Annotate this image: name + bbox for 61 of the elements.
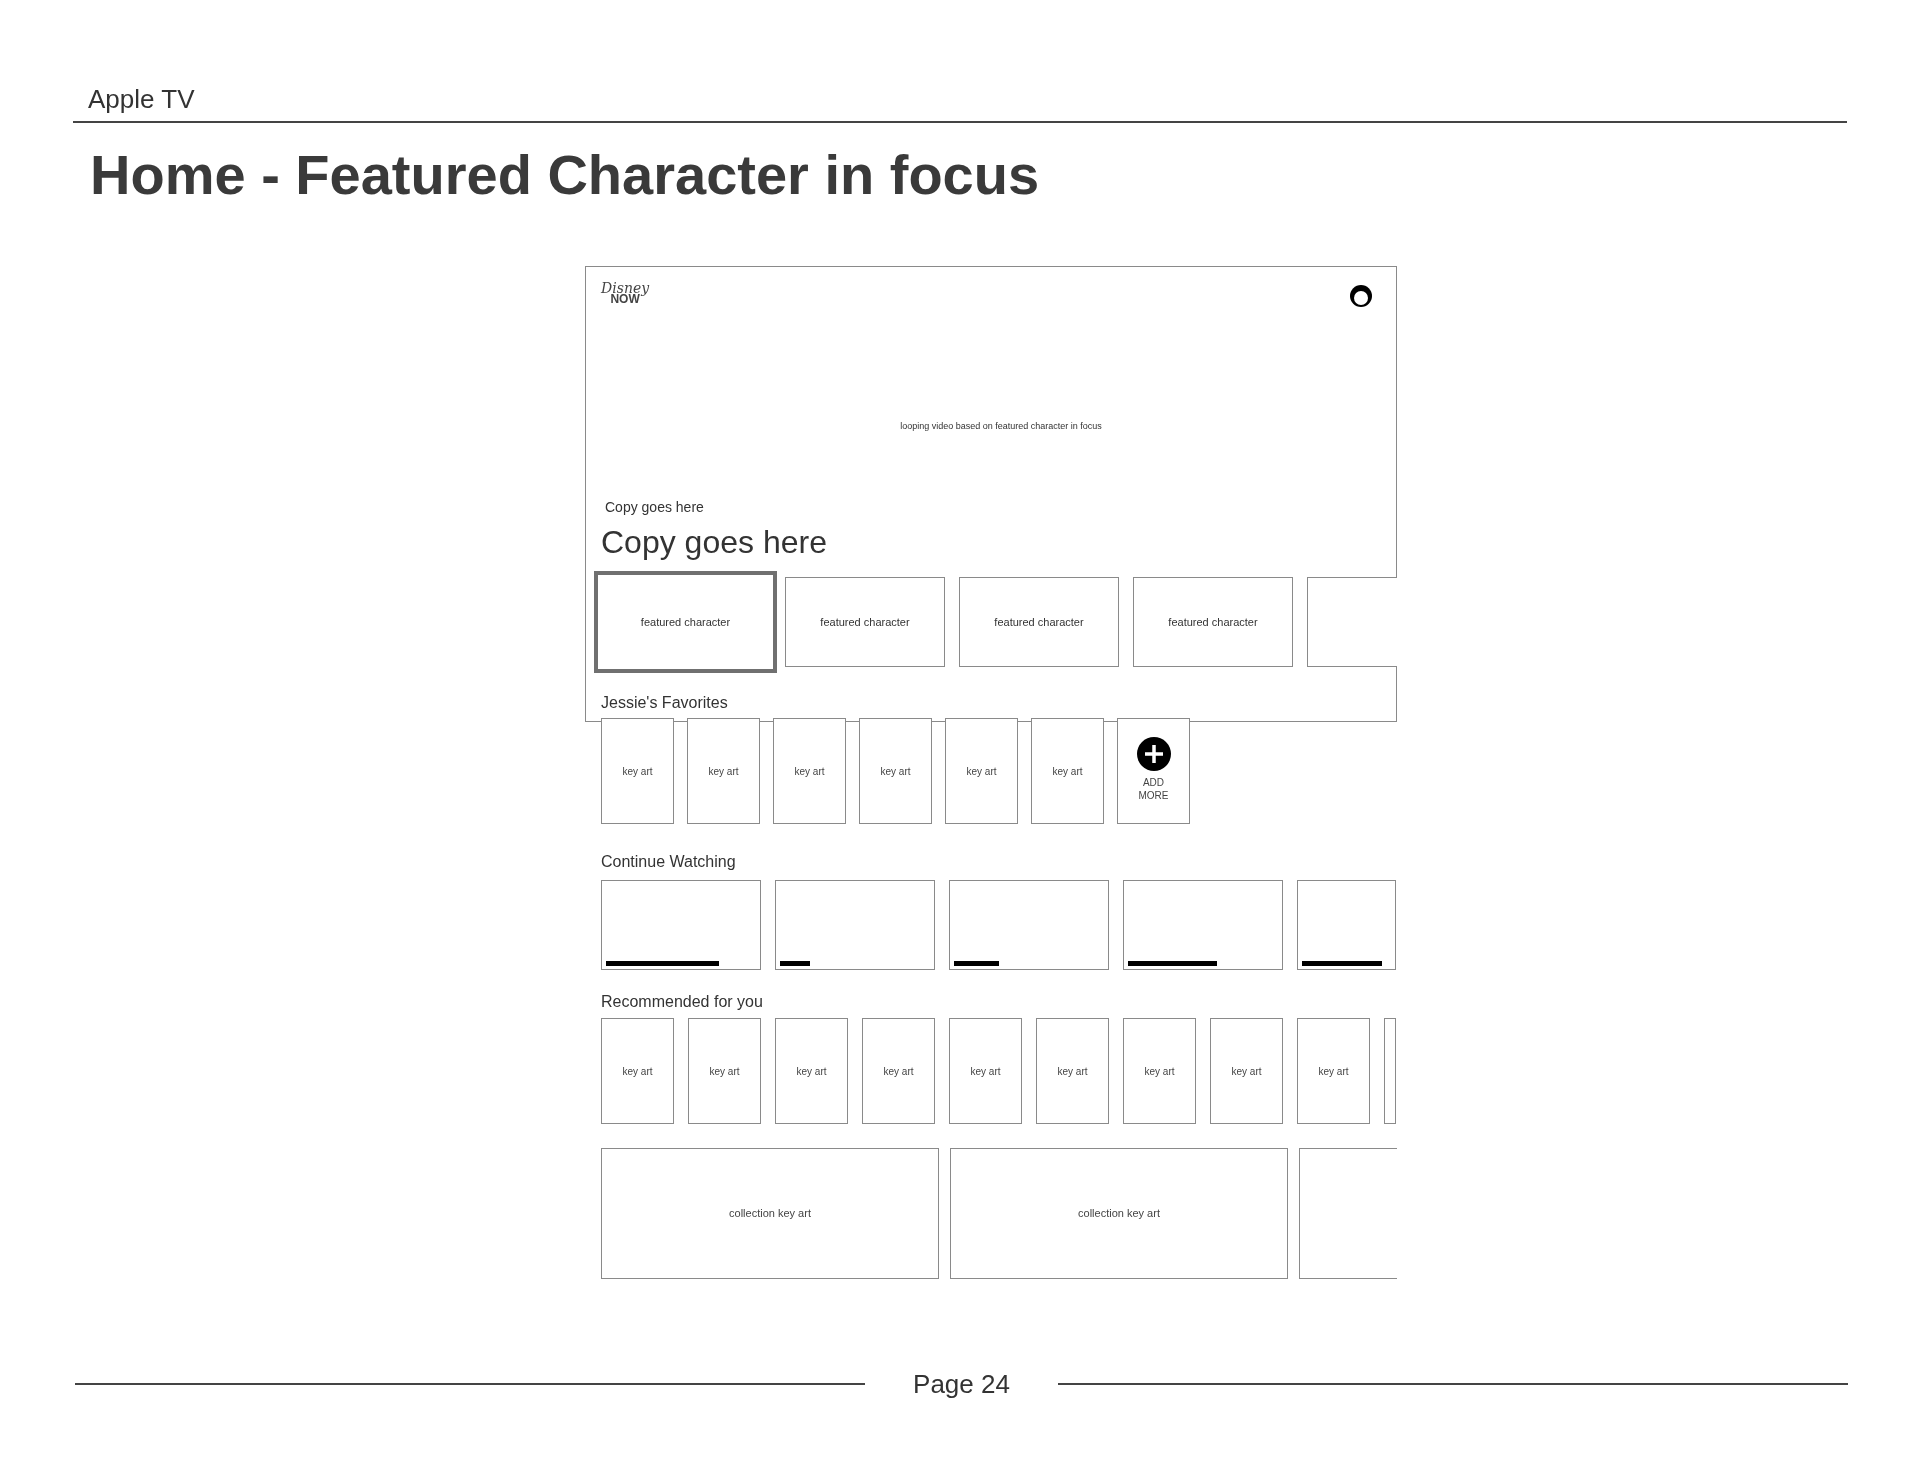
card-label: featured character	[994, 614, 1084, 630]
card-label: featured character	[820, 614, 910, 630]
collection-card[interactable]: collection key art	[950, 1148, 1288, 1279]
poster-card[interactable]: key art	[687, 718, 760, 824]
page-title: Home - Featured Character in focus	[90, 143, 1040, 207]
poster-card[interactable]: key art	[862, 1018, 935, 1124]
poster-label: key art	[708, 764, 739, 779]
card-label: featured character	[1168, 614, 1258, 630]
card-label: collection key art	[729, 1206, 811, 1222]
poster-card[interactable]: key art	[688, 1018, 761, 1124]
poster-label: key art	[880, 764, 911, 779]
partial-poster-card[interactable]	[1384, 1018, 1396, 1124]
logo: Disney NOW	[601, 281, 650, 305]
poster-card[interactable]: key art	[1210, 1018, 1283, 1124]
video-caption: looping video based on featured character in focus	[900, 421, 1102, 431]
add-more-label: ADD MORE	[1137, 776, 1170, 802]
headline: Copy goes here	[601, 524, 827, 560]
eyebrow-text: Copy goes here	[605, 499, 704, 515]
poster-label: key art	[796, 1064, 827, 1079]
row-title: Jessie's Favorites	[601, 694, 728, 711]
collection-card[interactable]: collection key art	[601, 1148, 939, 1279]
video-card[interactable]	[601, 880, 761, 970]
poster-card[interactable]: key art	[1031, 718, 1104, 824]
poster-label: key art	[1057, 1064, 1088, 1079]
poster-card[interactable]: key art	[775, 1018, 848, 1124]
card-label: featured character	[640, 614, 731, 630]
avatar-icon[interactable]	[1349, 284, 1373, 308]
section-label: Apple TV	[88, 84, 195, 114]
card-label: collection key art	[1078, 1206, 1160, 1222]
poster-card[interactable]: key art	[945, 718, 1018, 824]
poster-label: key art	[966, 764, 997, 779]
poster-card[interactable]: key art	[949, 1018, 1022, 1124]
poster-label: key art	[1052, 764, 1083, 779]
plus-icon	[1136, 737, 1171, 771]
video-card[interactable]	[1123, 880, 1283, 970]
featured-character-card[interactable]: featured character	[1133, 577, 1293, 667]
row-title: Continue Watching	[601, 853, 736, 870]
featured-character-card[interactable]: featured character	[785, 577, 945, 667]
poster-card[interactable]: key art	[773, 718, 846, 824]
poster-label: key art	[1318, 1064, 1349, 1079]
poster-label: key art	[622, 764, 653, 779]
poster-card[interactable]: key art	[601, 718, 674, 824]
poster-card[interactable]: key art	[601, 1018, 674, 1124]
poster-card[interactable]: key art	[859, 718, 932, 824]
featured-character-card[interactable]: featured character	[594, 571, 777, 673]
partial-collection-card[interactable]	[1299, 1148, 1397, 1279]
poster-label: key art	[794, 764, 825, 779]
featured-character-card[interactable]: featured character	[959, 577, 1119, 667]
poster-label: key art	[622, 1064, 653, 1079]
poster-label: key art	[883, 1064, 914, 1079]
poster-card[interactable]: key art	[1123, 1018, 1196, 1124]
page-number: Page 24	[913, 1368, 1010, 1401]
poster-card[interactable]: key art	[1297, 1018, 1370, 1124]
poster-label: key art	[1144, 1064, 1175, 1079]
poster-label: key art	[709, 1064, 740, 1079]
add-more-card[interactable]: ADD MORE	[1117, 718, 1190, 824]
poster-label: key art	[1231, 1064, 1262, 1079]
row-title: Recommended for you	[601, 993, 763, 1010]
poster-label: key art	[970, 1064, 1001, 1079]
partial-video-card[interactable]	[1297, 880, 1396, 970]
poster-card[interactable]: key art	[1036, 1018, 1109, 1124]
